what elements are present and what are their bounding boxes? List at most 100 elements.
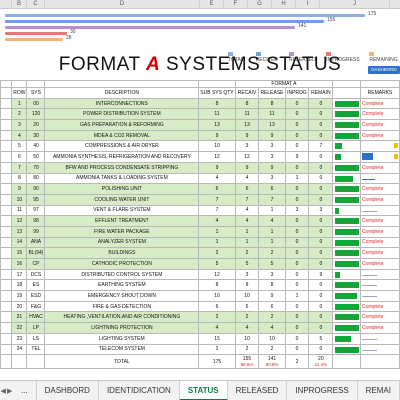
row-number[interactable] (0, 161, 13, 174)
sys-cell[interactable]: 50 (26, 151, 46, 163)
remarks-cell[interactable] (359, 151, 400, 163)
remaining-cell[interactable]: 0 (308, 290, 334, 302)
description-cell[interactable]: FIRE & GAS DETECTION (44, 300, 200, 313)
status-bar-cell[interactable] (332, 108, 361, 121)
received-cell[interactable]: 10 (234, 332, 260, 345)
description-cell[interactable]: FIRE WATER PACKAGE (44, 225, 200, 238)
remaining-cell[interactable]: 0 (308, 172, 334, 185)
row-cell[interactable]: 2 (11, 108, 28, 121)
row-cell[interactable]: 5 (11, 140, 28, 153)
row-number[interactable] (0, 311, 13, 324)
row-number[interactable] (0, 268, 13, 281)
row-number[interactable] (0, 204, 13, 217)
received-cell[interactable]: 3 (234, 268, 260, 281)
description-cell[interactable]: POLISHING UNIT (44, 183, 200, 195)
sys-cell[interactable]: ES (26, 279, 46, 292)
remaining-cell[interactable]: 0 (308, 193, 334, 206)
status-bar-cell[interactable] (332, 204, 361, 217)
released-cell[interactable]: 6 (258, 183, 286, 195)
sub-sys-cell[interactable]: 5 (198, 258, 236, 270)
description-cell[interactable]: GAS PREPARATION & REFORMING (44, 119, 200, 131)
sys-cell[interactable]: 99 (26, 225, 46, 238)
status-bar-cell[interactable] (332, 343, 361, 356)
released-cell[interactable]: 3 (258, 140, 286, 153)
row-cell[interactable]: 4 (11, 129, 28, 142)
released-cell[interactable]: 10 (258, 332, 286, 345)
remaining-cell[interactable]: 0 (308, 225, 334, 238)
column-letter[interactable]: G (248, 0, 272, 9)
sub-sys-cell[interactable]: 6 (198, 300, 236, 313)
sys-cell[interactable]: 30 (26, 129, 46, 142)
remarks-cell[interactable] (359, 172, 400, 185)
description-cell[interactable]: HEATING ,VENTILATION,AND AIR CONDITIONIN… (44, 311, 200, 324)
received-cell[interactable]: 4 (234, 322, 260, 334)
status-bar-cell[interactable] (332, 215, 361, 227)
received-cell[interactable]: 5 (234, 258, 260, 270)
description-cell[interactable]: AMMONIA TANKS & LOADING SYSTEM (44, 172, 200, 185)
row-number[interactable] (0, 193, 13, 206)
sys-cell[interactable]: ESD (26, 290, 46, 302)
remarks-cell[interactable] (359, 279, 400, 292)
sheet-tab[interactable]: RELEASED (228, 380, 288, 400)
description-cell[interactable]: ANALYZER SYSTEM (44, 236, 200, 249)
sub-sys-cell[interactable]: 4 (198, 322, 236, 334)
dashboard-button[interactable]: DASHBORD (368, 66, 400, 74)
sys-cell[interactable]: BL(94) (26, 247, 46, 259)
received-cell[interactable]: 7 (234, 193, 260, 206)
row-number[interactable] (0, 129, 13, 142)
remaining-cell[interactable]: 0 (308, 151, 334, 163)
status-bar-cell[interactable] (332, 268, 361, 281)
received-cell[interactable]: 8 (234, 97, 260, 110)
sub-sys-cell[interactable]: 2 (198, 247, 236, 259)
row-number[interactable] (0, 290, 13, 302)
released-cell[interactable]: 11 (258, 108, 286, 121)
received-cell[interactable]: 9 (234, 129, 260, 142)
remarks-cell[interactable]: Complete (359, 258, 400, 270)
inprogress-cell[interactable]: 0 (284, 343, 310, 356)
sheet-tab[interactable]: IDENTIDICATION (99, 380, 180, 400)
sys-cell[interactable]: 80 (26, 172, 46, 185)
row-number[interactable] (0, 332, 13, 345)
row-number[interactable] (0, 258, 13, 270)
column-letter[interactable]: H (272, 0, 296, 9)
sub-sys-cell[interactable]: 8 (198, 97, 236, 110)
remarks-cell[interactable] (359, 343, 400, 356)
status-bar-cell[interactable] (332, 119, 361, 131)
row-number[interactable] (0, 300, 13, 313)
inprogress-cell[interactable]: 0 (284, 322, 310, 334)
remarks-cell[interactable]: Complete (359, 108, 400, 121)
description-cell[interactable]: DISTRIBUTED CONTROL SYSTEM (44, 268, 200, 281)
remaining-cell[interactable]: 0 (308, 247, 334, 259)
row-cell[interactable]: 23 (11, 332, 28, 345)
status-bar-cell[interactable] (332, 236, 361, 249)
description-cell[interactable]: AMMONIA SYNTHESIS, REFRIGERATION AND REC… (44, 151, 200, 163)
description-cell[interactable]: EARTHING SYSTEM (44, 279, 200, 292)
total-remaining[interactable]: 20 11.4% (308, 354, 334, 370)
column-letter[interactable]: J (320, 0, 390, 9)
received-cell[interactable]: 3 (234, 140, 260, 153)
status-bar-cell[interactable] (332, 172, 361, 185)
sys-cell[interactable]: 98 (26, 215, 46, 227)
received-cell[interactable]: 12 (234, 151, 260, 163)
inprogress-cell[interactable]: 0 (284, 247, 310, 259)
status-bar-cell[interactable] (332, 279, 361, 292)
remarks-cell[interactable]: Complete (359, 97, 400, 110)
received-cell[interactable]: 9 (234, 161, 260, 174)
sub-sys-cell[interactable]: 7 (198, 204, 236, 217)
sub-sys-cell[interactable]: 10 (198, 290, 236, 302)
received-cell[interactable]: 1 (234, 236, 260, 249)
row-cell[interactable]: 24 (11, 343, 28, 356)
description-cell[interactable]: EFFLENT TREATMENT (44, 215, 200, 227)
released-cell[interactable]: 2 (258, 343, 286, 356)
sys-cell[interactable]: DCS (26, 268, 46, 281)
remaining-cell[interactable]: 0 (308, 129, 334, 142)
column-letter[interactable]: E (200, 0, 224, 9)
status-bar-cell[interactable] (332, 193, 361, 206)
sub-sys-cell[interactable]: 7 (198, 193, 236, 206)
description-header[interactable]: DESCRIPTION (44, 87, 200, 99)
description-cell[interactable]: LIGHTING SYSTEM (44, 332, 200, 345)
inprogress-cell[interactable]: 0 (284, 268, 310, 281)
remarks-cell[interactable]: Complete (359, 193, 400, 206)
sheet-tab[interactable]: STATUS (179, 380, 228, 400)
inprogress-cell[interactable]: 0 (284, 300, 310, 313)
